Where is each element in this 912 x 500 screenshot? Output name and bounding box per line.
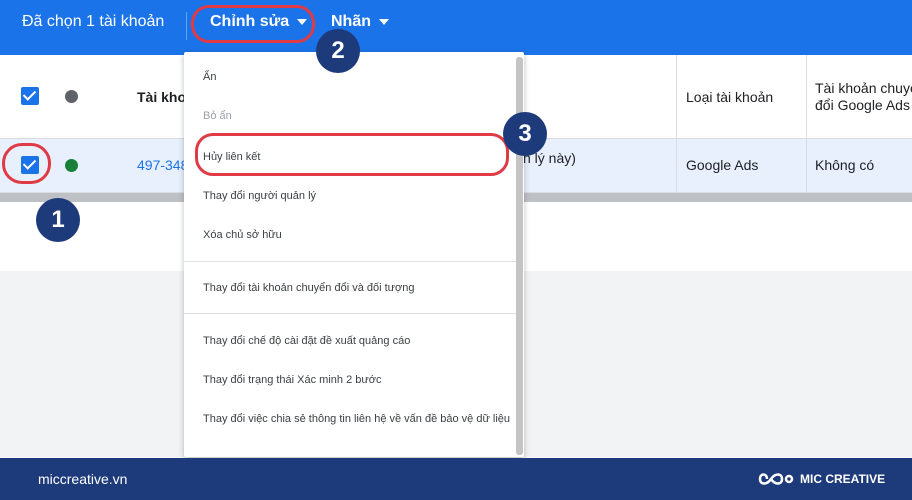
step-badge-1: 1 [36,198,80,242]
status-column-icon [65,90,78,103]
selected-count-text: Đã chọn 1 tài khoản [22,13,165,30]
brand-logo: MIC CREATIVE [758,469,885,489]
brand-name: MIC CREATIVE [800,472,886,486]
toolbar-divider [186,12,187,40]
account-id-link[interactable]: 497-348 [137,157,188,173]
menu-item-change-conversion-account[interactable]: Thay đổi tài khoản chuyển đổi và đối tượ… [203,282,415,294]
row-conversion-account: Không có [815,157,875,173]
footer-banner: miccreative.vn MIC CREATIVE [0,458,912,500]
header-conversion-account-line2[interactable]: đổi Google Ads [815,97,910,113]
status-active-icon [65,159,78,172]
header-account-type[interactable]: Loại tài khoản [686,89,773,105]
menu-item-change-ad-suggestions[interactable]: Thay đổi chế độ cài đặt đề xuất quảng cá… [203,335,410,347]
menu-item-unhide[interactable]: Bỏ ẩn [203,110,232,122]
step-badge-2: 2 [316,29,360,73]
select-all-checkbox[interactable] [21,87,39,105]
column-divider [806,139,807,192]
selection-toolbar: Đã chọn 1 tài khoản Chỉnh sửa Nhãn [0,0,912,55]
step-badge-3: 3 [503,112,547,156]
menu-item-hide[interactable]: Ẩn [203,71,216,83]
menu-item-change-data-protection-contact[interactable]: Thay đổi việc chia sẻ thông tin liên hệ … [203,413,510,425]
footer-site: miccreative.vn [38,471,128,487]
infinity-logo-icon [758,473,794,485]
menu-item-change-manager[interactable]: Thay đổi người quản lý [203,190,316,202]
menu-item-remove-owner[interactable]: Xóa chủ sở hữu [203,229,282,241]
caret-down-icon [379,19,389,25]
row-account-type: Google Ads [686,157,759,173]
menu-separator [184,261,516,262]
annotation-ring-unlink [195,133,509,176]
column-divider [676,139,677,192]
annotation-ring-checkbox [2,143,51,184]
column-divider [676,55,677,138]
header-conversion-account-line1[interactable]: Tài khoản chuyể [815,80,912,96]
menu-item-change-2sv[interactable]: Thay đổi trạng thái Xác minh 2 bước [203,374,381,386]
column-divider [806,55,807,138]
edit-dropdown-menu: Ẩn Bỏ ẩn Hủy liên kết Thay đổi người quả… [184,52,524,457]
annotation-ring-edit [191,5,315,43]
menu-separator [184,313,516,314]
